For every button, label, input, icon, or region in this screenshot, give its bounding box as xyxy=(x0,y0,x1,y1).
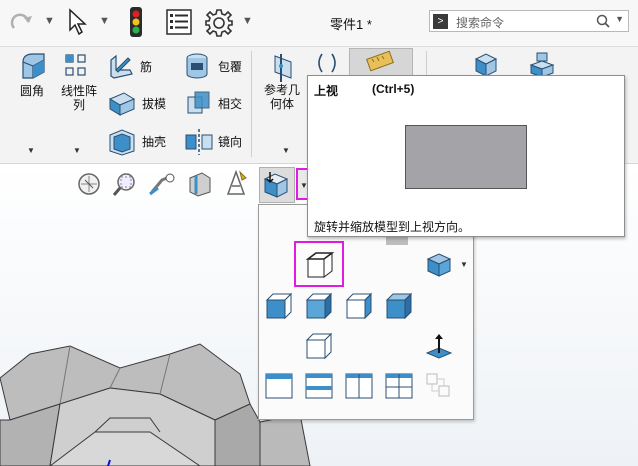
zoom-to-fit-icon[interactable] xyxy=(75,170,103,198)
instant3d-icon xyxy=(366,50,394,72)
two-view-horizontal-icon[interactable] xyxy=(304,371,334,401)
section-view-icon[interactable] xyxy=(186,170,214,198)
mirror-icon[interactable] xyxy=(184,127,214,157)
ribbon-separator xyxy=(251,51,252,157)
fillet-label[interactable]: 圆角 xyxy=(14,84,50,98)
command-prompt-icon: > xyxy=(433,14,448,29)
tooltip-shortcut: (Ctrl+5) xyxy=(372,82,415,96)
shell-label[interactable]: 抽壳 xyxy=(142,135,166,149)
draft-icon[interactable] xyxy=(108,89,136,117)
right-view-icon[interactable] xyxy=(384,291,414,321)
file-properties-icon[interactable] xyxy=(166,9,192,35)
linear-pattern-icon[interactable] xyxy=(64,52,90,80)
top-view-tooltip: 上视 (Ctrl+5) 旋转并缩放模型到上视方向。 xyxy=(307,75,625,237)
top-view-icon xyxy=(305,252,335,278)
reference-geometry-label[interactable]: 参考几 何体 xyxy=(261,83,303,111)
linear-pattern-label[interactable]: 线性阵 列 xyxy=(56,84,102,112)
tooltip-description: 旋转并缩放模型到上视方向。 xyxy=(314,220,471,234)
intersect-icon[interactable] xyxy=(186,89,212,117)
linear-pattern-dropdown-icon[interactable]: ▼ xyxy=(73,146,81,155)
single-view-icon[interactable] xyxy=(264,371,294,401)
link-views-icon xyxy=(426,373,450,397)
previous-view-icon[interactable] xyxy=(148,170,178,198)
options-gear-icon[interactable] xyxy=(204,8,234,38)
view-orientation-button[interactable] xyxy=(259,167,295,203)
title-bar: ▼ ▼ ▼ 零件1 * > 搜索命令 ▼ xyxy=(0,0,638,47)
search-dropdown-icon[interactable]: ▼ xyxy=(615,14,624,24)
isometric-dropdown-icon[interactable]: ▼ xyxy=(460,260,468,269)
fillet-icon[interactable] xyxy=(20,52,46,80)
redo-dropdown-icon[interactable]: ▼ xyxy=(44,15,55,27)
left-view-icon[interactable] xyxy=(344,291,374,321)
view-orientation-icon xyxy=(263,172,289,198)
fillet-dropdown-icon[interactable]: ▼ xyxy=(27,146,35,155)
mirror-label[interactable]: 镜向 xyxy=(218,135,242,149)
tooltip-title: 上视 xyxy=(314,84,339,98)
isometric-view-icon[interactable] xyxy=(425,251,453,279)
zoom-to-area-icon[interactable] xyxy=(111,170,139,198)
select-pointer-icon[interactable] xyxy=(66,8,88,36)
two-view-vertical-icon[interactable] xyxy=(344,371,374,401)
wrap-icon[interactable] xyxy=(184,52,210,80)
search-commands-box[interactable]: > 搜索命令 ▼ xyxy=(429,10,629,32)
document-title: 零件1 * xyxy=(330,17,372,32)
search-icon[interactable] xyxy=(596,14,610,30)
four-view-icon[interactable] xyxy=(384,371,414,401)
back-view-icon[interactable] xyxy=(304,291,334,321)
normal-to-icon[interactable] xyxy=(424,331,454,361)
rebuild-icon[interactable] xyxy=(128,6,144,38)
rib-icon[interactable] xyxy=(108,52,134,80)
select-dropdown-icon[interactable]: ▼ xyxy=(99,15,110,27)
top-view-button[interactable] xyxy=(294,241,344,287)
rib-label[interactable]: 筋 xyxy=(140,60,152,74)
shell-icon[interactable] xyxy=(108,127,136,157)
redo-icon[interactable] xyxy=(8,10,34,34)
draft-label[interactable]: 拔模 xyxy=(142,97,166,111)
bottom-view-icon[interactable] xyxy=(304,331,334,361)
search-input[interactable]: 搜索命令 xyxy=(456,14,504,31)
wrap-label[interactable]: 包覆 xyxy=(218,60,242,74)
intersect-label[interactable]: 相交 xyxy=(218,97,242,111)
reference-geometry-dropdown-icon[interactable]: ▼ xyxy=(282,146,290,155)
tooltip-preview-image xyxy=(405,125,527,189)
front-view-icon[interactable] xyxy=(264,291,294,321)
options-dropdown-icon[interactable]: ▼ xyxy=(242,15,253,27)
curves-icon[interactable] xyxy=(312,51,342,75)
reference-geometry-icon[interactable] xyxy=(269,52,297,82)
dynamic-annotation-view-icon[interactable] xyxy=(222,168,252,198)
